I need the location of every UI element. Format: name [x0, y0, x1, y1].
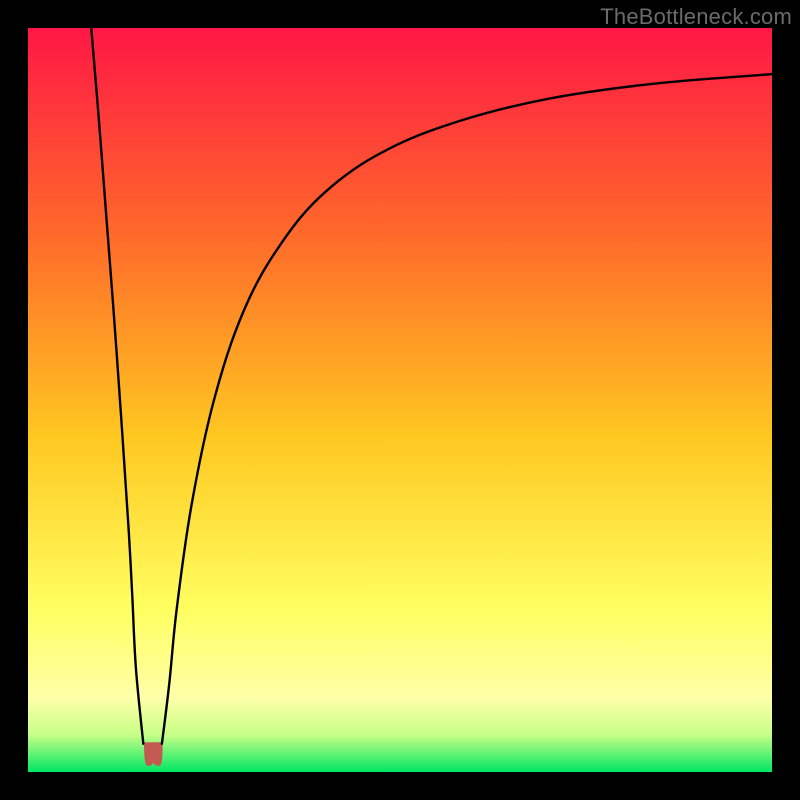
- gradient-background: [28, 28, 772, 772]
- chart-frame: TheBottleneck.com: [0, 0, 800, 800]
- chart-svg: [28, 28, 772, 772]
- watermark-text: TheBottleneck.com: [600, 4, 792, 30]
- plot-area: [28, 28, 772, 772]
- marker-u-shape: [146, 744, 162, 765]
